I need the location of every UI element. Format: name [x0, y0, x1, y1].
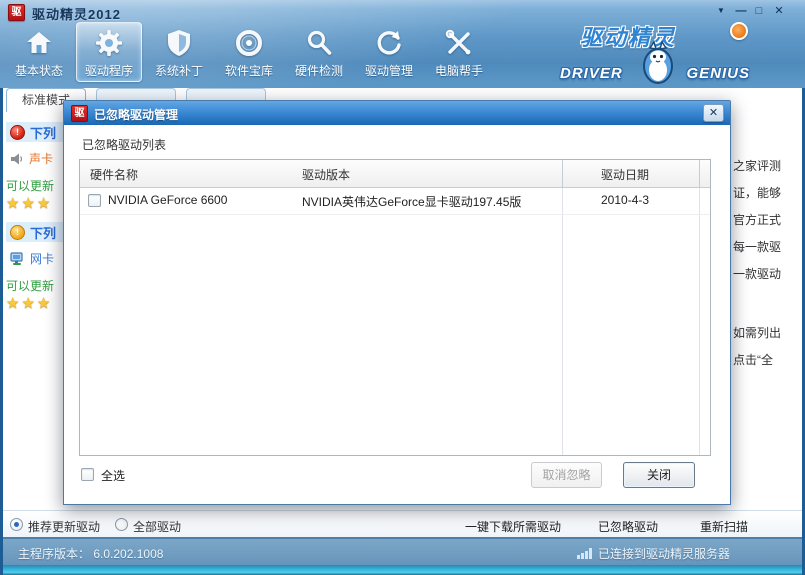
table-row[interactable]: NVIDIA GeForce 6600 NVIDIA英伟达GeForce显卡驱动… — [80, 187, 710, 215]
background-text-fragment: 之家评测 — [733, 157, 799, 174]
star-rating: ★★★ — [6, 194, 52, 212]
radio-recommended-label[interactable]: 推荐更新驱动 — [28, 518, 100, 535]
status-bar: 主程序版本： 6.0.202.1008 已连接到驱动精灵服务器 — [0, 537, 805, 565]
column-divider — [562, 160, 563, 187]
sidebar-status-text: 可以更新 — [6, 177, 54, 194]
radio-all-drivers[interactable] — [115, 518, 128, 531]
version-value: 6.0.202.1008 — [93, 547, 163, 561]
app-logo-icon: 驱 — [8, 4, 25, 21]
app-title: 驱动精灵2012 — [32, 4, 121, 23]
column-header-hardware: 硬件名称 — [90, 166, 138, 183]
alert-yellow-icon: ! — [10, 225, 25, 240]
sidebar-device-soundcard[interactable]: 声卡 — [10, 150, 53, 167]
column-divider — [699, 160, 700, 187]
shield-icon — [163, 27, 195, 59]
dialog-titlebar: 驱 已忽略驱动管理 ✕ — [64, 101, 730, 126]
toolbar-item-label: 驱动程序 — [85, 62, 133, 79]
toolbar-item-label: 驱动管理 — [365, 62, 413, 79]
sidebar-header-label: 下列 — [30, 123, 56, 142]
background-text-fragment: 如需列出 — [733, 324, 799, 341]
maximize-button[interactable]: □ — [751, 4, 767, 18]
toolbar-item-basic-status[interactable]: 基本状态 — [6, 22, 72, 82]
sidebar-status-text: 可以更新 — [6, 277, 54, 294]
toolbar-item-drivers[interactable]: 驱动程序 — [76, 22, 142, 82]
rescan-link[interactable]: 重新扫描 — [700, 518, 748, 535]
select-all-label[interactable]: 全选 — [101, 467, 125, 484]
background-text-fragment: 每一款驱 — [733, 238, 799, 255]
row-checkbox[interactable] — [88, 194, 101, 207]
network-icon — [10, 252, 25, 266]
connection-status: 已连接到驱动精灵服务器 — [577, 545, 730, 562]
disc-icon — [233, 27, 265, 59]
driver-genius-logo: 驱动精灵 DRIVER GENIUS — [560, 20, 750, 84]
ignored-drivers-link[interactable]: 已忽略驱动 — [598, 518, 658, 535]
background-text-fragment: 官方正式 — [733, 211, 799, 228]
background-text-fragment: 证，能够 — [733, 184, 799, 201]
dialog-title: 已忽略驱动管理 — [94, 106, 178, 123]
background-text-fragment: 点击“全 — [733, 351, 799, 368]
cell-driver-version: NVIDIA英伟达GeForce显卡驱动197.45版 — [302, 193, 521, 210]
sidebar-device-netcard[interactable]: 网卡 — [10, 250, 54, 267]
version-text: 主程序版本： 6.0.202.1008 — [18, 545, 163, 562]
ignored-drivers-dialog: 驱 已忽略驱动管理 ✕ 已忽略驱动列表 硬件名称 驱动版本 驱动日期 NVIDI… — [63, 100, 731, 505]
brand-en-driver: DRIVER — [560, 65, 623, 82]
window-bottom-edge — [0, 565, 805, 575]
toolbar-item-system-patches[interactable]: 系统补丁 — [146, 22, 212, 82]
radio-recommended-drivers[interactable] — [10, 518, 23, 531]
refresh-icon — [373, 27, 405, 59]
brand-en-genius: GENIUS — [686, 65, 750, 82]
dialog-logo-icon: 驱 — [71, 105, 88, 122]
alert-red-icon: ! — [10, 125, 25, 140]
toolbar-item-label: 电脑帮手 — [435, 62, 483, 79]
window-header: 驱 驱动精灵2012 ▼ — □ ✕ 基本状态 — [0, 0, 805, 88]
main-toolbar: 基本状态 驱动程序 — [6, 22, 492, 86]
toolbar-item-label: 软件宝库 — [225, 62, 273, 79]
gear-icon — [93, 27, 125, 59]
select-all-checkbox[interactable] — [81, 468, 94, 481]
footer-options-bar: 推荐更新驱动 全部驱动 一键下载所需驱动 已忽略驱动 重新扫描 — [0, 510, 805, 537]
tools-icon — [443, 27, 475, 59]
sidebar-header-label: 下列 — [30, 223, 56, 242]
cell-driver-date: 2010-4-3 — [601, 193, 649, 207]
magnifier-icon — [303, 27, 335, 59]
brand-swirl-icon — [730, 22, 748, 40]
speaker-icon — [10, 152, 24, 166]
ignored-drivers-table: 硬件名称 驱动版本 驱动日期 NVIDIA GeForce 6600 NVIDI… — [79, 159, 711, 456]
version-label: 主程序版本： — [18, 547, 90, 561]
column-header-date: 驱动日期 — [601, 166, 649, 183]
dialog-body: 已忽略驱动列表 硬件名称 驱动版本 驱动日期 NVIDIA GeForce 66… — [64, 125, 730, 504]
window-titlebar: 驱 驱动精灵2012 ▼ — □ ✕ — [0, 0, 805, 22]
sidebar-device-label: 网卡 — [30, 250, 54, 267]
background-text-fragment: 一款驱动 — [733, 265, 799, 282]
toolbar-item-label: 基本状态 — [15, 62, 63, 79]
ignored-list-label: 已忽略驱动列表 — [82, 136, 166, 153]
dialog-close-action-button[interactable]: 关闭 — [623, 462, 695, 488]
menu-arrow-icon[interactable]: ▼ — [713, 4, 729, 18]
cell-hardware-name: NVIDIA GeForce 6600 — [108, 193, 227, 207]
table-header-row: 硬件名称 驱动版本 驱动日期 — [80, 160, 710, 188]
toolbar-item-hardware-detect[interactable]: 硬件检测 — [286, 22, 352, 82]
star-rating: ★★★ — [6, 294, 52, 312]
signal-bars-icon — [577, 548, 592, 559]
window-left-border — [0, 88, 3, 575]
close-button[interactable]: ✕ — [771, 4, 787, 18]
radio-all-label[interactable]: 全部驱动 — [133, 518, 181, 535]
toolbar-item-label: 系统补丁 — [155, 62, 203, 79]
connection-text: 已连接到驱动精灵服务器 — [598, 545, 730, 562]
toolbar-item-pc-helper[interactable]: 电脑帮手 — [426, 22, 492, 82]
home-icon — [23, 27, 55, 59]
mascot-icon — [638, 40, 678, 86]
toolbar-item-software-library[interactable]: 软件宝库 — [216, 22, 282, 82]
minimize-button[interactable]: — — [733, 4, 749, 18]
column-header-version: 驱动版本 — [302, 166, 350, 183]
sidebar-device-label: 声卡 — [29, 150, 53, 167]
toolbar-item-driver-manage[interactable]: 驱动管理 — [356, 22, 422, 82]
download-all-link[interactable]: 一键下载所需驱动 — [465, 518, 561, 535]
toolbar-item-label: 硬件检测 — [295, 62, 343, 79]
dialog-close-button[interactable]: ✕ — [703, 104, 724, 122]
cancel-ignore-button[interactable]: 取消忽略 — [531, 462, 602, 488]
